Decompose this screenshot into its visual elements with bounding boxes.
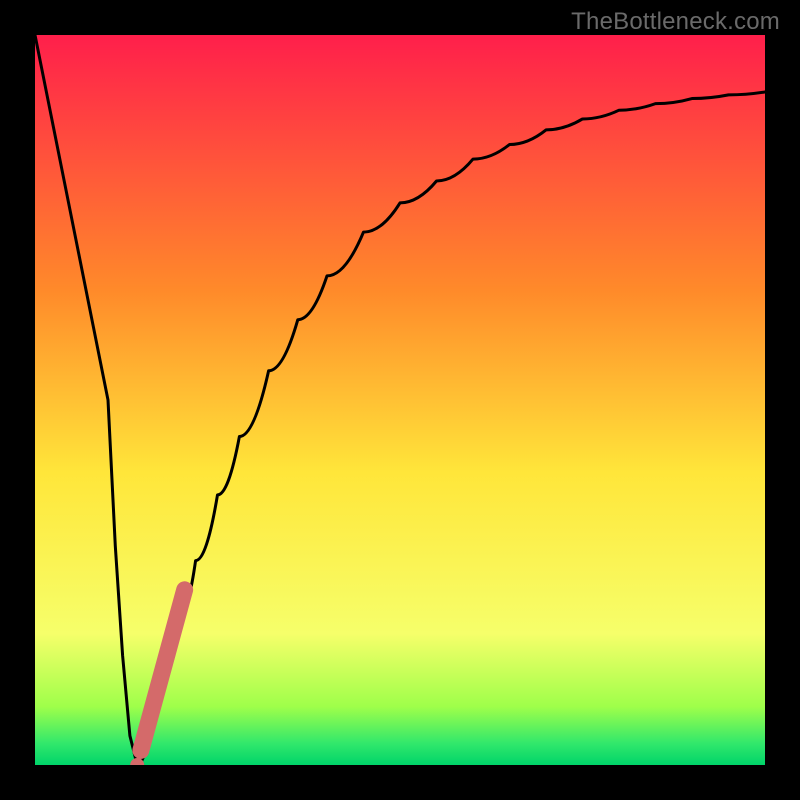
gradient-background bbox=[35, 35, 765, 765]
plot-area bbox=[35, 35, 765, 765]
chart-frame: TheBottleneck.com bbox=[0, 0, 800, 800]
watermark-text: TheBottleneck.com bbox=[571, 8, 780, 36]
chart-svg bbox=[35, 35, 765, 765]
